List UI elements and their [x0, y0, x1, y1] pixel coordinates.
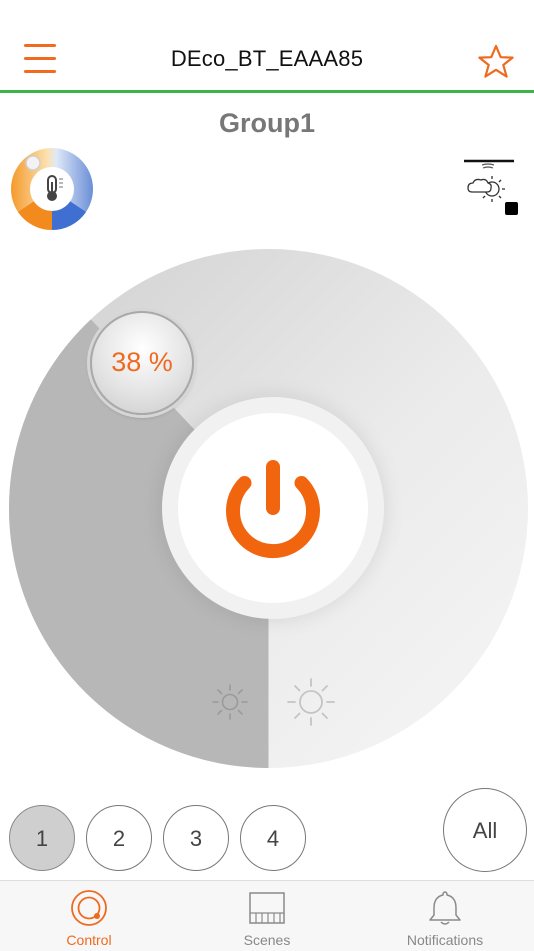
favorite-button[interactable] — [476, 42, 516, 82]
star-icon — [478, 44, 514, 78]
tab-notifications-label: Notifications — [406, 932, 484, 948]
tab-notifications[interactable]: Notifications — [356, 881, 534, 951]
power-icon — [226, 460, 320, 559]
device-title: DEco_BT_EAAA85 — [170, 46, 364, 71]
control-tab-icon — [71, 890, 107, 926]
tab-control-label: Control — [66, 932, 112, 948]
sun-small-icon — [212, 684, 248, 720]
scenes-tab-icon — [249, 892, 285, 924]
channel-button-1[interactable]: 1 — [9, 805, 75, 871]
color-temperature-wheel-icon — [11, 148, 93, 231]
tab-scenes-label: Scenes — [243, 932, 291, 948]
tab-bar: Control Scenes Notifications — [0, 880, 534, 951]
bell-icon — [429, 891, 461, 925]
brightness-percent: 38 % — [111, 347, 173, 377]
weather-sensor-button[interactable] — [462, 156, 522, 218]
app-header: DEco_BT_EAAA85 — [0, 0, 534, 93]
channel-button-all[interactable]: All — [443, 788, 527, 872]
channel-button-3[interactable]: 3 — [163, 805, 229, 871]
channel-button-4[interactable]: 4 — [240, 805, 306, 871]
header-divider — [0, 90, 534, 93]
group-title: Group1 — [218, 108, 315, 138]
sun-large-icon — [287, 678, 335, 726]
brightness-knob[interactable]: 38 % — [90, 311, 194, 415]
tab-control[interactable]: Control — [0, 881, 178, 951]
tab-scenes[interactable]: Scenes — [178, 881, 356, 951]
power-button[interactable] — [178, 413, 368, 603]
weather-sensor-icon — [464, 159, 518, 215]
color-temperature-button[interactable] — [8, 146, 96, 232]
channel-button-2[interactable]: 2 — [86, 805, 152, 871]
